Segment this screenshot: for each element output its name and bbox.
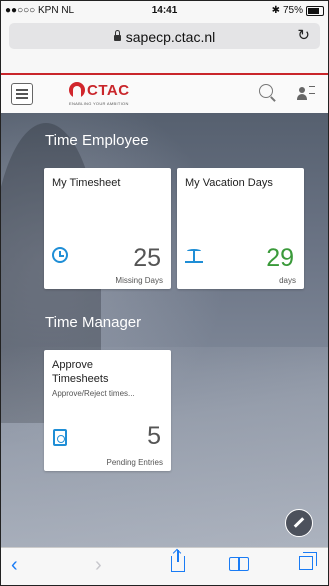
tile-value: 5 (147, 422, 161, 450)
tile-my-timesheet[interactable]: My Timesheet 25 Missing Days (44, 168, 171, 289)
tile-my-vacation-days[interactable]: My Vacation Days 29 days (177, 168, 304, 289)
tile-subtitle: Approve/Reject times... (52, 389, 135, 398)
url-text: sapecp.ctac.nl (125, 29, 216, 45)
tile-value: 29 (266, 244, 294, 272)
approve-timesheet-icon (53, 429, 67, 446)
tile-title: My Timesheet (52, 177, 121, 189)
search-icon[interactable] (259, 84, 273, 98)
user-head (299, 87, 305, 93)
lock-icon (113, 30, 121, 41)
reload-icon[interactable]: ↻ (297, 26, 310, 44)
bluetooth-icon: ✱ (271, 5, 280, 16)
tile-title: Approve Timesheets (52, 359, 109, 385)
battery-area: ✱ 75% (272, 5, 324, 16)
tile-value: 25 (133, 244, 161, 272)
tile-unit: days (279, 276, 296, 285)
tile-approve-timesheets[interactable]: Approve Timesheets Approve/Reject times.… (44, 350, 171, 471)
logo-tagline: ENABLING YOUR AMBITION (69, 101, 129, 106)
umbrella-base (185, 261, 203, 263)
bookmarks-icon[interactable] (229, 557, 249, 571)
tile-title: My Vacation Days (185, 177, 273, 189)
launchpad-content: Time Employee My Timesheet 25 Missing Da… (1, 113, 328, 547)
menu-line (16, 97, 28, 99)
menu-line (16, 93, 28, 95)
forward-icon[interactable]: › (95, 554, 102, 577)
tile-unit: Missing Days (115, 276, 163, 285)
share-icon[interactable] (171, 550, 185, 572)
browser-toolbar: ‹ › (1, 547, 328, 585)
user-body (297, 94, 307, 100)
pencil-icon (293, 517, 305, 528)
user-lines (309, 86, 315, 94)
menu-button[interactable] (11, 83, 33, 105)
clock-icon (52, 247, 68, 263)
user-menu-icon[interactable] (297, 85, 317, 103)
group-title-time-employee: Time Employee (45, 132, 149, 149)
battery-icon (306, 5, 324, 16)
status-bar: ●●○○○ KPN NL 14:41 ✱ 75% (1, 1, 328, 21)
logo-mark-icon (69, 82, 85, 98)
tile-unit: Pending Entries (106, 458, 163, 467)
vacation-icon (185, 249, 203, 263)
tabs-icon[interactable] (299, 552, 317, 570)
menu-line (16, 89, 28, 91)
logo-text: CTAC (87, 82, 130, 99)
app-header: CTAC ENABLING YOUR AMBITION (1, 73, 328, 113)
battery-percent: 75% (282, 5, 303, 16)
edit-home-button[interactable] (285, 509, 313, 537)
group-title-time-manager: Time Manager (45, 314, 142, 331)
phone-screen: ●●○○○ KPN NL 14:41 ✱ 75% sapecp.ctac.nl … (0, 0, 329, 586)
address-bar[interactable]: sapecp.ctac.nl ↻ (9, 23, 320, 49)
back-icon[interactable]: ‹ (11, 554, 18, 577)
url-display[interactable]: sapecp.ctac.nl (9, 29, 320, 45)
